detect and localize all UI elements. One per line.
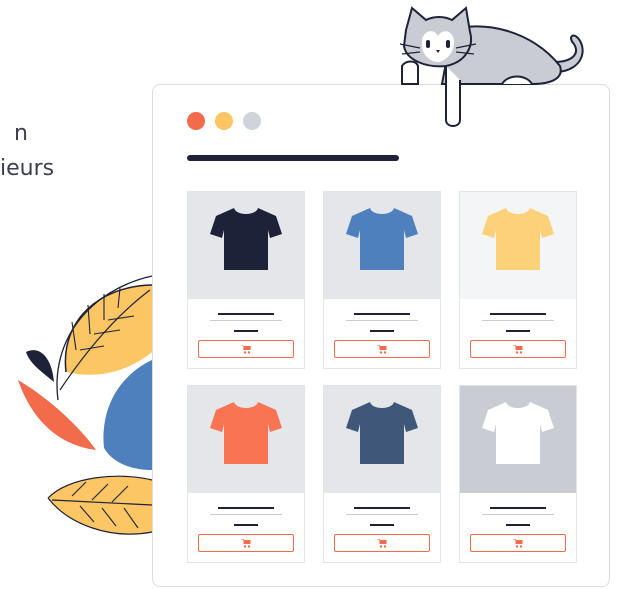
cart-icon [513, 538, 523, 548]
product-title-line [490, 313, 546, 315]
cart-icon [377, 538, 387, 548]
blue-leaf-decoration [103, 360, 152, 470]
product-price-line [506, 330, 530, 332]
window-minimize-dot[interactable] [215, 112, 233, 130]
product-card[interactable] [459, 191, 577, 369]
add-to-cart-button[interactable] [198, 340, 294, 358]
window-close-dot[interactable] [187, 112, 205, 130]
tshirt-icon [482, 402, 554, 464]
add-to-cart-button[interactable] [470, 534, 566, 552]
product-image [188, 192, 304, 299]
navy-leaf-decoration [26, 350, 54, 382]
product-price-line [234, 330, 258, 332]
product-price-line [370, 524, 394, 526]
tshirt-icon [346, 208, 418, 270]
product-image [324, 386, 440, 493]
product-desc-line [210, 514, 282, 515]
add-to-cart-button[interactable] [198, 534, 294, 552]
shop-window [152, 84, 610, 587]
product-price-line [370, 330, 394, 332]
product-desc-line [210, 320, 282, 321]
tshirt-icon [482, 208, 554, 270]
add-to-cart-button[interactable] [334, 534, 430, 552]
tshirt-icon [210, 208, 282, 270]
product-title-line [218, 313, 274, 315]
cart-icon [513, 344, 523, 354]
title-bar-placeholder-line [187, 155, 399, 161]
product-image [460, 386, 576, 493]
window-zoom-dot[interactable] [243, 112, 261, 130]
product-desc-line [482, 320, 554, 321]
product-card[interactable] [323, 191, 441, 369]
product-price-line [234, 524, 258, 526]
cart-icon [241, 344, 251, 354]
product-image [188, 386, 304, 493]
tshirt-icon [346, 402, 418, 464]
product-desc-line [482, 514, 554, 515]
product-title-line [354, 313, 410, 315]
product-image [324, 192, 440, 299]
cat-illustration [399, 6, 584, 127]
product-desc-line [346, 320, 418, 321]
add-to-cart-button[interactable] [334, 340, 430, 358]
product-card[interactable] [187, 385, 305, 563]
cart-icon [241, 538, 251, 548]
product-desc-line [346, 514, 418, 515]
product-title-line [490, 507, 546, 509]
product-title-line [218, 507, 274, 509]
product-card[interactable] [323, 385, 441, 563]
product-image [460, 192, 576, 299]
tshirt-icon [210, 402, 282, 464]
product-card[interactable] [187, 191, 305, 369]
add-to-cart-button[interactable] [470, 340, 566, 358]
cart-icon [377, 344, 387, 354]
product-price-line [506, 524, 530, 526]
product-title-line [354, 507, 410, 509]
product-card[interactable] [459, 385, 577, 563]
